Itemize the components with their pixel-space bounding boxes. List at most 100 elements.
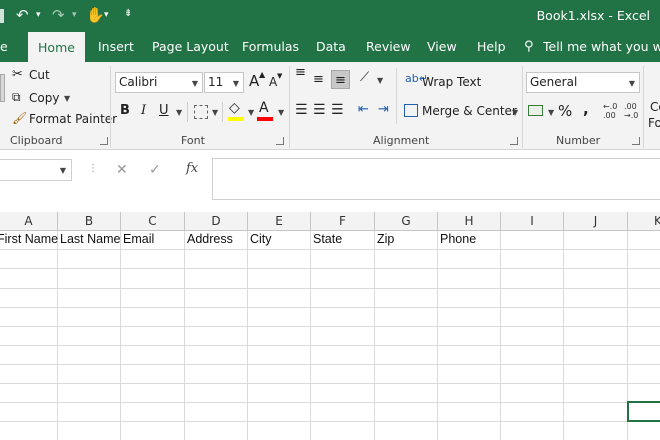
gridline <box>0 383 660 384</box>
top-align-icon[interactable]: ≡ <box>295 66 306 79</box>
copy-button[interactable]: Copy <box>29 91 59 105</box>
redo-dropdown-icon[interactable]: ▾ <box>72 10 77 20</box>
column-header-g[interactable]: G <box>375 212 438 231</box>
active-cell-selection[interactable] <box>627 401 660 422</box>
resize-dots-icon[interactable]: ⋮ <box>88 163 98 174</box>
font-size-box[interactable]: 11 ▼ <box>204 72 244 93</box>
tab-help[interactable]: Help <box>477 32 506 62</box>
grow-font-button[interactable]: A <box>249 72 259 90</box>
alignment-launcher-icon[interactable] <box>510 137 518 145</box>
divider <box>110 66 111 148</box>
formula-input[interactable] <box>212 158 660 200</box>
cell-f1[interactable]: State <box>313 232 342 246</box>
tab-review[interactable]: Review <box>366 32 411 62</box>
font-color-button[interactable]: A <box>259 100 269 116</box>
currency-icon[interactable] <box>528 105 543 116</box>
column-header-h[interactable]: H <box>438 212 501 231</box>
orientation-dropdown-icon[interactable]: ▼ <box>377 76 383 85</box>
scissors-icon: ✂ <box>12 67 23 82</box>
copy-icon: ⧉ <box>12 90 21 104</box>
tell-me-box[interactable]: Tell me what you want <box>543 32 660 62</box>
fill-color-dropdown-icon[interactable]: ▼ <box>248 108 254 117</box>
tab-insert[interactable]: Insert <box>98 32 134 62</box>
number-launcher-icon[interactable] <box>632 137 640 145</box>
cell-c1[interactable]: Email <box>123 232 154 246</box>
tab-file[interactable]: e <box>0 32 8 62</box>
orientation-icon[interactable]: ⟋ <box>360 70 369 85</box>
column-header-k[interactable]: K <box>628 212 660 231</box>
copy-dropdown-icon[interactable]: ▼ <box>64 94 70 103</box>
font-color-dropdown-icon[interactable]: ▼ <box>278 108 284 117</box>
column-header-e[interactable]: E <box>248 212 311 231</box>
cell-e1[interactable]: City <box>250 232 272 246</box>
customize-qat-icon[interactable]: ⇟ <box>124 8 132 19</box>
cancel-button[interactable]: ✕ <box>116 162 128 178</box>
cell-d1[interactable]: Address <box>187 232 233 246</box>
conditional-format-label-2[interactable]: Fo <box>648 116 660 130</box>
insert-function-button[interactable]: fx <box>186 161 198 176</box>
merge-center-button[interactable]: Merge & Center <box>422 104 517 118</box>
comma-style-button[interactable]: , <box>583 100 589 118</box>
paste-icon[interactable] <box>0 74 5 102</box>
merge-dropdown-icon[interactable]: ▼ <box>512 108 518 117</box>
column-header-a[interactable]: A <box>0 212 58 231</box>
align-center-icon[interactable]: ☰ <box>313 102 326 118</box>
name-box[interactable]: ▼ <box>0 159 72 181</box>
divider <box>643 66 644 148</box>
bottom-align-button[interactable]: ≡ <box>331 70 350 89</box>
undo-icon[interactable]: ↶ <box>16 6 29 24</box>
column-header-c[interactable]: C <box>121 212 185 231</box>
percent-button[interactable]: % <box>558 102 572 120</box>
borders-icon[interactable] <box>194 105 208 119</box>
clipboard-launcher-icon[interactable] <box>100 137 108 145</box>
conditional-format-label-1[interactable]: Co <box>650 100 660 114</box>
currency-dropdown-icon[interactable]: ▼ <box>548 108 554 117</box>
column-header-b[interactable]: B <box>58 212 121 231</box>
font-launcher-icon[interactable] <box>276 137 284 145</box>
cell-h1[interactable]: Phone <box>440 232 476 246</box>
redo-icon[interactable]: ↷ <box>52 6 65 24</box>
shrink-font-button[interactable]: A <box>269 75 277 89</box>
chevron-down-icon: ▼ <box>628 79 635 88</box>
decrease-indent-icon[interactable]: ⇤ <box>358 102 369 117</box>
column-header-i[interactable]: I <box>501 212 564 231</box>
align-left-icon[interactable]: ☰ <box>295 102 308 118</box>
tab-view[interactable]: View <box>427 32 457 62</box>
worksheet-grid[interactable]: First Name Last Name Email Address City … <box>0 231 660 440</box>
wrap-text-button[interactable]: Wrap Text <box>422 75 481 89</box>
borders-dropdown-icon[interactable]: ▼ <box>212 108 218 117</box>
increase-indent-icon[interactable]: ⇥ <box>378 102 389 117</box>
cut-button[interactable]: Cut <box>29 68 50 82</box>
gridline <box>0 364 660 365</box>
italic-button[interactable]: I <box>141 103 146 118</box>
save-icon[interactable] <box>0 9 4 23</box>
font-name-box[interactable]: Calibri ▼ <box>115 72 203 93</box>
number-format-box[interactable]: General ▼ <box>526 72 640 93</box>
increase-decimal-button[interactable]: ←.0.00 <box>603 102 621 122</box>
column-header-j[interactable]: J <box>564 212 628 231</box>
cell-a1[interactable]: First Name <box>0 232 58 246</box>
middle-align-icon[interactable]: ≡ <box>313 72 324 87</box>
tab-page-layout[interactable]: Page Layout <box>152 32 229 62</box>
tab-data[interactable]: Data <box>316 32 346 62</box>
fill-color-icon[interactable]: ◇ <box>229 100 240 116</box>
column-header-f[interactable]: F <box>311 212 375 231</box>
decrease-decimal-button[interactable]: .00 →.0 <box>624 102 642 122</box>
underline-dropdown-icon[interactable]: ▼ <box>176 108 182 117</box>
cell-b1[interactable]: Last Name <box>60 232 120 246</box>
underline-button[interactable]: U <box>159 103 169 118</box>
enter-button[interactable]: ✓ <box>149 162 161 178</box>
bold-button[interactable]: B <box>120 103 130 118</box>
tab-formulas[interactable]: Formulas <box>242 32 299 62</box>
align-right-icon[interactable]: ☰ <box>331 102 344 118</box>
column-header-d[interactable]: D <box>185 212 248 231</box>
gridline <box>0 307 660 308</box>
tab-home[interactable]: Home <box>28 32 85 62</box>
touch-dropdown-icon[interactable]: ▾ <box>104 10 109 20</box>
gridline <box>0 288 660 289</box>
cell-g1[interactable]: Zip <box>377 232 394 246</box>
undo-dropdown-icon[interactable]: ▾ <box>36 10 41 20</box>
format-painter-button[interactable]: Format Painter <box>29 112 117 126</box>
format-painter-icon: 🖌 <box>12 111 28 125</box>
touch-mode-icon[interactable]: ✋ <box>86 6 105 24</box>
